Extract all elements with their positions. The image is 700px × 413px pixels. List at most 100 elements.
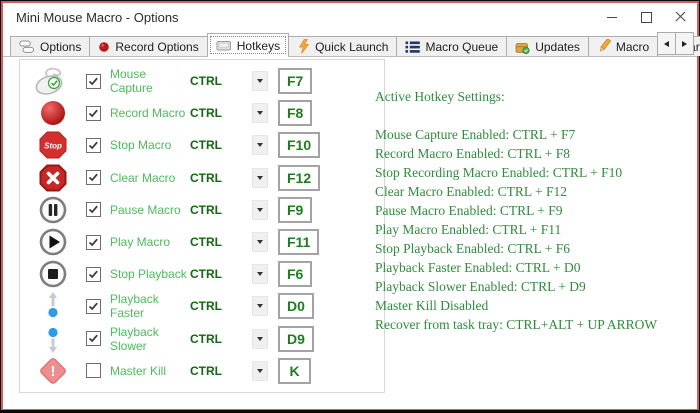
mouse-capture-checkbox[interactable] [86, 74, 101, 89]
hotkey-label: Playback Slower [110, 325, 190, 353]
status-line: Stop Playback Enabled: CTRL + F6 [375, 239, 690, 258]
status-line: Play Macro Enabled: CTRL + F11 [375, 220, 690, 239]
tab-quick-launch[interactable]: Quick Launch [288, 36, 397, 56]
hotkey-label: Stop Playback [110, 267, 190, 281]
title-bar: Mini Mouse Macro - Options [3, 3, 697, 31]
clear-macro-checkbox[interactable] [86, 170, 101, 185]
tab-macro-queue[interactable]: Macro Queue [396, 36, 507, 56]
list-icon [405, 40, 420, 54]
modifier-dropdown[interactable] [252, 103, 268, 123]
pause-icon [20, 196, 86, 224]
status-line: Playback Faster Enabled: CTRL + D0 [375, 258, 690, 277]
record-icon [20, 99, 86, 127]
hotkey-key-button[interactable]: D0 [278, 293, 314, 319]
modifier-label: CTRL [190, 203, 252, 217]
chevron-down-icon [257, 208, 263, 212]
status-line: Master Kill Disabled [375, 296, 690, 315]
app-window: Mini Mouse Macro - Options Options Recor… [1, 1, 699, 410]
hotkey-label: Stop Macro [110, 138, 190, 152]
modifier-dropdown[interactable] [252, 296, 268, 316]
tab-updates[interactable]: Updates [506, 36, 589, 56]
status-line: Playback Slower Enabled: CTRL + D9 [375, 277, 690, 296]
hotkey-key-button[interactable]: F12 [278, 165, 320, 191]
status-line: Pause Macro Enabled: CTRL + F9 [375, 201, 690, 220]
status-line: Recover from task tray: CTRL+ALT + UP AR… [375, 315, 690, 334]
stop-macro-checkbox[interactable] [86, 138, 101, 153]
hotkey-key-button[interactable]: F8 [278, 100, 312, 126]
left-arrow-icon [664, 41, 669, 47]
play-macro-checkbox[interactable] [86, 235, 101, 250]
modifier-label: CTRL [190, 106, 252, 120]
hotkey-key-button[interactable]: F9 [278, 197, 312, 223]
record-dot-icon [98, 41, 110, 53]
stop-playback-checkbox[interactable] [86, 267, 101, 282]
tab-label: Quick Launch [315, 40, 388, 54]
status-line: Stop Recording Macro Enabled: CTRL + F10 [375, 163, 690, 182]
tab-macro[interactable]: Macro [588, 36, 658, 56]
scroll-right-button[interactable] [675, 32, 694, 55]
modifier-dropdown[interactable] [252, 361, 268, 381]
modifier-dropdown[interactable] [252, 168, 268, 188]
hotkey-key-button[interactable]: K [278, 358, 311, 384]
hotkey-key-button[interactable]: F7 [278, 68, 312, 94]
hotkey-key-button[interactable]: F6 [278, 261, 312, 287]
hotkey-row-stop-macro: Stop Stop Macro CTRL F10 [20, 129, 384, 161]
status-heading: Active Hotkey Settings: [375, 87, 690, 106]
modifier-label: CTRL [190, 267, 252, 281]
record-macro-checkbox[interactable] [86, 106, 101, 121]
modifier-dropdown[interactable] [252, 200, 268, 220]
scroll-left-button[interactable] [657, 32, 676, 55]
updates-icon [515, 40, 530, 54]
modifier-label: CTRL [190, 299, 252, 313]
playback-faster-icon [20, 291, 86, 321]
tab-strip: Options Record Options Hotkeys Quick Lau… [3, 31, 697, 57]
modifier-dropdown[interactable] [252, 135, 268, 155]
hotkey-key-button[interactable]: D9 [278, 326, 314, 352]
playback-slower-checkbox[interactable] [86, 331, 101, 346]
close-button[interactable] [663, 3, 697, 31]
pencil-icon [597, 39, 611, 54]
minimize-button[interactable] [595, 3, 629, 31]
stop-playback-icon [20, 260, 86, 288]
status-panel: Active Hotkey Settings: Mouse Capture En… [375, 87, 690, 334]
hotkey-row-master-kill: ! Master Kill CTRL K [20, 355, 384, 387]
hotkey-label: Clear Macro [110, 171, 190, 185]
hotkey-row-stop-playback: Stop Playback CTRL F6 [20, 258, 384, 290]
master-kill-checkbox[interactable] [86, 363, 101, 378]
stop-sign-icon: Stop [20, 131, 86, 159]
maximize-button[interactable] [629, 3, 663, 31]
hotkey-label: Playback Faster [110, 292, 190, 320]
chevron-down-icon [257, 304, 263, 308]
chevron-down-icon [257, 111, 263, 115]
tab-label: Macro [616, 40, 649, 54]
hotkey-key-button[interactable]: F10 [278, 132, 320, 158]
hotkey-row-playback-slower: Playback Slower CTRL D9 [20, 323, 384, 355]
playback-faster-checkbox[interactable] [86, 299, 101, 314]
right-arrow-icon [682, 41, 687, 47]
modifier-dropdown[interactable] [252, 329, 268, 349]
tab-label: Options [40, 40, 81, 54]
hotkey-row-play-macro: Play Macro CTRL F11 [20, 226, 384, 258]
modifier-dropdown[interactable] [252, 264, 268, 284]
tab-label: Macro Queue [425, 40, 498, 54]
hotkey-label: Play Macro [110, 235, 190, 249]
hotkey-label: Record Macro [110, 106, 190, 120]
modifier-label: CTRL [190, 171, 252, 185]
hotkey-row-pause-macro: Pause Macro CTRL F9 [20, 194, 384, 226]
tab-hotkeys[interactable]: Hotkeys [207, 33, 289, 57]
modifier-dropdown[interactable] [252, 71, 268, 91]
tab-options[interactable]: Options [10, 36, 90, 56]
pause-macro-checkbox[interactable] [86, 202, 101, 217]
hotkey-row-record-macro: Record Macro CTRL F8 [20, 97, 384, 129]
tab-record-options[interactable]: Record Options [89, 36, 207, 56]
hotkey-label: Mouse Capture [110, 67, 190, 95]
close-icon [675, 12, 685, 22]
modifier-label: CTRL [190, 138, 252, 152]
options-icon [19, 40, 35, 54]
modifier-dropdown[interactable] [252, 232, 268, 252]
hotkey-row-mouse-capture: Mouse Capture CTRL F7 [20, 65, 384, 97]
hotkey-key-button[interactable]: F11 [278, 229, 319, 255]
maximize-icon [641, 12, 652, 23]
playback-slower-icon [20, 324, 86, 354]
svg-text:Stop: Stop [44, 142, 62, 151]
